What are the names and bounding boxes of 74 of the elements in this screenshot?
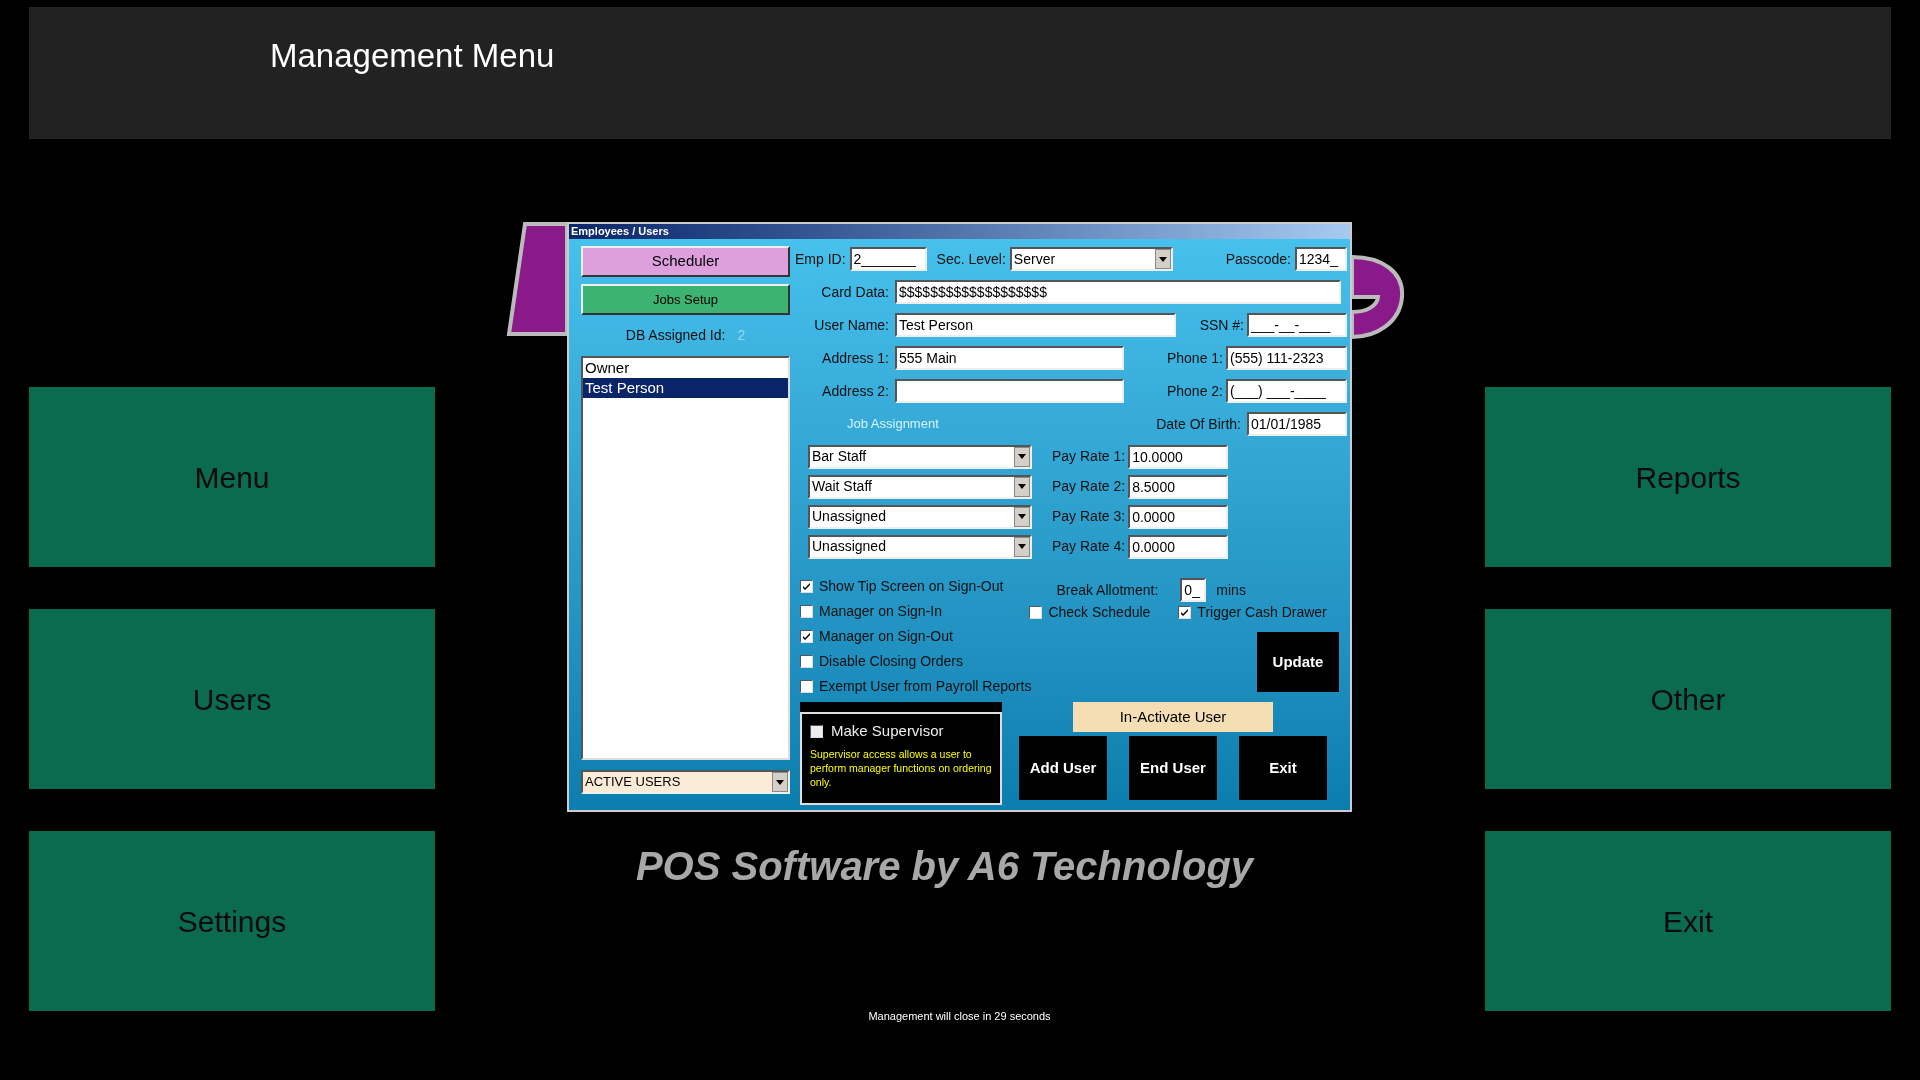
checkbox-label: Manager on Sign-In [819,602,942,621]
checkbox-label: Show Tip Screen on Sign-Out [819,577,1004,596]
phone-field[interactable]: (555) 111-2323 [1226,346,1347,370]
user-filter-dropdown[interactable]: ACTIVE USERS [581,770,790,794]
job-dropdown[interactable]: Unassigned [808,504,1032,529]
break-allotment-field[interactable]: 0_ [1180,578,1207,602]
field-label: Emp ID: [795,249,846,269]
field-label: Card Data: [820,282,890,302]
action-button[interactable]: End User [1129,736,1217,800]
pay-rate-field[interactable]: 10.0000 [1128,444,1229,469]
action-button[interactable]: Exit [1239,736,1327,800]
window-title: Employees / Users [571,226,669,237]
side-button[interactable]: Scheduler [581,246,790,277]
page-title: Management Menu [270,37,555,74]
pay-rate-field[interactable]: 0.0000 [1128,504,1229,529]
field-label: Pay Rate 3: [1052,507,1126,526]
sec-level-dropdown[interactable]: Server [1009,247,1173,271]
phone-field[interactable]: (___) ___-____ [1226,379,1347,403]
pay-rate-field[interactable]: 0.0000 [1128,534,1229,559]
user-list-item[interactable]: Owner [583,358,788,378]
checkbox-label: Disable Closing Orders [819,652,963,671]
checkbox[interactable] [800,630,813,643]
tagline: POS Software by A6 Technology [635,843,1254,890]
countdown-text: Management will close in 29 seconds [868,1009,1051,1024]
field-label: Passcode: [1225,249,1291,269]
check-icon [802,582,811,591]
unit-label: mins [1216,580,1246,600]
user-list-item[interactable]: Test Person [583,378,788,398]
checkbox[interactable] [810,724,823,738]
field-label: Pay Rate 2: [1052,477,1126,496]
action-button[interactable]: Add User [1019,736,1107,800]
checkbox[interactable] [800,680,813,693]
field-label: Address 2: [821,381,890,401]
side-button[interactable]: Jobs Setup [581,284,790,315]
check-icon [802,632,811,641]
field-label: Sec. Level: [936,249,1006,269]
field-label: Date Of Birth: [1156,414,1241,434]
field-label: Pay Rate 4: [1052,537,1126,556]
checkbox[interactable] [800,655,813,668]
checkbox-label: Trigger Cash Drawer [1197,602,1327,622]
checkbox-label: Manager on Sign-Out [819,627,953,646]
checkbox[interactable] [1029,605,1043,619]
supervisor-note: Supervisor access allows a user to perform manager functions on ordering only. [810,746,992,789]
checkbox-label: Make Supervisor [831,721,944,741]
update-button[interactable]: Update [1257,632,1339,692]
field-label: Phone 1: [1166,348,1223,368]
field-label: Pay Rate 1: [1052,447,1126,466]
card-data-field[interactable]: $$$$$$$$$$$$$$$$$$$ [895,280,1341,304]
ssn-field[interactable]: ___-__-____ [1247,313,1347,337]
address-field[interactable]: 555 Main [895,346,1124,370]
checkbox-label: Exempt User from Payroll Reports [819,677,1032,696]
pay-rate-field[interactable]: 8.5000 [1128,474,1229,499]
db-id-value: 2 [737,325,746,345]
checkbox-label: Check Schedule [1048,602,1151,622]
user-name-field[interactable]: Test Person [895,313,1176,337]
field-label: Phone 2: [1166,381,1223,401]
job-dropdown[interactable]: Wait Staff [808,474,1032,499]
emp-id-field[interactable]: 2_______ [849,247,927,271]
address-field[interactable] [895,379,1124,403]
job-dropdown[interactable]: Unassigned [808,534,1032,559]
checkbox[interactable] [800,605,813,618]
checkbox[interactable] [1178,605,1192,619]
field-label: SSN #: [1199,315,1244,335]
field-label: User Name: [813,315,890,335]
job-dropdown[interactable]: Bar Staff [808,444,1032,469]
field-label: Address 1: [821,348,890,368]
section-title: Job Assignment [847,415,939,434]
check-icon [1180,607,1190,617]
checkbox[interactable] [800,580,813,593]
db-id-label: DB Assigned Id: [625,325,726,345]
inactivate-button[interactable]: In-Activate User [1073,702,1273,732]
date-of-birth-field[interactable]: 01/01/1985 [1247,412,1347,436]
passcode-field[interactable]: 1234_ [1295,247,1347,271]
field-label: Break Allotment: [1056,580,1159,600]
